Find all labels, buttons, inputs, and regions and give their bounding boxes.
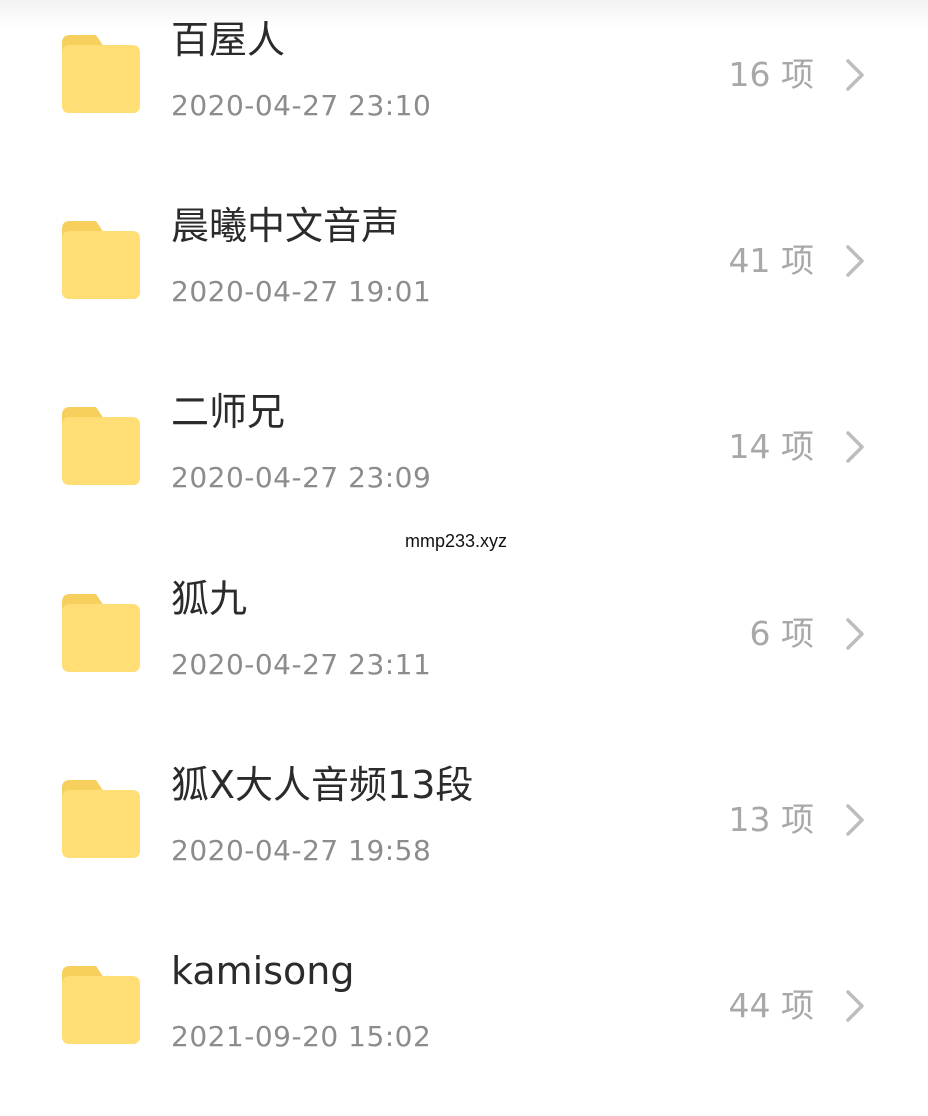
folder-item-count: 13 项 bbox=[728, 800, 814, 839]
folder-name: 二师兄 bbox=[171, 390, 286, 434]
folder-name: 晨曦中文音声 bbox=[171, 204, 400, 248]
folder-row[interactable]: 狐X大人音频13段 2020-04-27 19:58 13 项 bbox=[0, 763, 928, 930]
chevron-right-icon bbox=[846, 245, 864, 277]
folder-date: 2020-04-27 23:10 bbox=[171, 89, 432, 122]
folder-icon bbox=[62, 35, 140, 113]
folder-icon bbox=[62, 966, 140, 1044]
watermark-text: mmp233.xyz bbox=[405, 531, 508, 551]
chevron-right-icon bbox=[846, 990, 864, 1022]
folder-name: 狐X大人音频13段 bbox=[171, 763, 474, 807]
folder-icon bbox=[62, 594, 140, 672]
folder-date: 2021-09-20 15:02 bbox=[171, 1020, 432, 1053]
folder-name: 百屋人 bbox=[171, 18, 286, 62]
folder-item-count: 6 项 bbox=[749, 614, 815, 653]
chevron-right-icon bbox=[846, 618, 864, 650]
folder-name: kamisong bbox=[171, 949, 355, 993]
folder-row[interactable]: kamisong 2021-09-20 15:02 44 项 bbox=[0, 949, 928, 1116]
top-edge-shadow bbox=[0, 0, 928, 30]
folder-item-count: 44 项 bbox=[728, 986, 814, 1025]
folder-name: 狐九 bbox=[171, 577, 248, 621]
folder-icon bbox=[62, 221, 140, 299]
folder-row[interactable]: 百屋人 2020-04-27 23:10 16 项 bbox=[0, 18, 928, 185]
chevron-right-icon bbox=[846, 431, 864, 463]
folder-item-count: 16 项 bbox=[728, 55, 814, 94]
folder-date: 2020-04-27 23:09 bbox=[171, 461, 432, 494]
folder-icon bbox=[62, 780, 140, 858]
folder-row[interactable]: 晨曦中文音声 2020-04-27 19:01 41 项 bbox=[0, 204, 928, 371]
folder-row[interactable]: 狐九 2020-04-27 23:11 6 项 bbox=[0, 577, 928, 744]
chevron-right-icon bbox=[846, 804, 864, 836]
folder-date: 2020-04-27 19:01 bbox=[171, 275, 432, 308]
folder-date: 2020-04-27 19:58 bbox=[171, 834, 432, 867]
folder-date: 2020-04-27 23:11 bbox=[171, 648, 432, 681]
folder-item-count: 41 项 bbox=[728, 241, 814, 280]
folder-item-count: 14 项 bbox=[728, 427, 814, 466]
chevron-right-icon bbox=[846, 59, 864, 91]
folder-icon bbox=[62, 407, 140, 485]
